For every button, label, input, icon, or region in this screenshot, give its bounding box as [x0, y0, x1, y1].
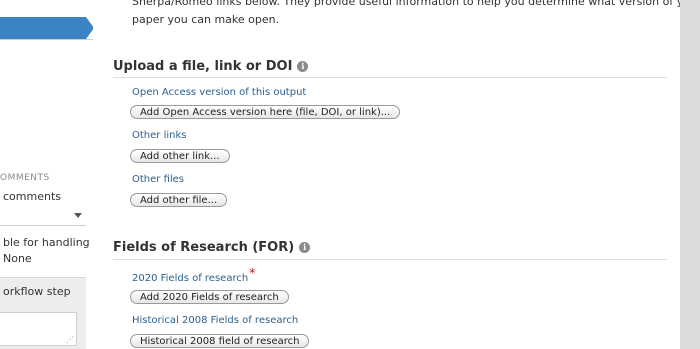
- upload-title-text: Upload a file, link or DOI: [113, 59, 293, 74]
- section-divider: [113, 259, 667, 260]
- other-files-label: Other files: [132, 174, 185, 185]
- sidebar-active-item[interactable]: [0, 17, 93, 39]
- info-icon[interactable]: i: [297, 61, 309, 72]
- section-divider: [113, 77, 667, 78]
- open-access-label: Open Access version of this output: [132, 87, 307, 98]
- add-open-access-button[interactable]: Add Open Access version here (file, DOI,…: [130, 105, 401, 119]
- fields-2020-label-text: 2020 Fields of research: [132, 273, 249, 284]
- info-icon[interactable]: i: [299, 242, 311, 253]
- resize-handle-icon[interactable]: ⋰: [66, 335, 74, 344]
- intro-line-2: paper you can make open.: [132, 13, 280, 26]
- add-2008-field-button[interactable]: Historical 2008 field of research: [130, 334, 310, 348]
- workflow-step-label: orkflow step: [3, 285, 71, 298]
- workflow-step-box: orkflow step ⋰: [0, 277, 86, 349]
- fields-2008-label: Historical 2008 Fields of research: [132, 315, 299, 326]
- intro-text: Sherpa/Romeo links below. They provide u…: [132, 0, 700, 29]
- chevron-down-icon: [74, 213, 82, 218]
- sidebar-divider: [0, 39, 93, 40]
- comments-link[interactable]: comments: [3, 190, 61, 203]
- intro-line-1: Sherpa/Romeo links below. They provide u…: [132, 0, 700, 8]
- upload-section-title: Upload a file, link or DOI i: [113, 59, 309, 74]
- handling-text: ble for handling: [3, 236, 90, 249]
- add-other-link-button[interactable]: Add other link...: [130, 149, 230, 163]
- for-title-text: Fields of Research (FOR): [113, 240, 295, 255]
- comments-heading: OMMENTS: [0, 173, 50, 183]
- main-panel: Sherpa/Romeo links below. They provide u…: [93, 0, 700, 349]
- add-other-file-button[interactable]: Add other file...: [130, 193, 228, 207]
- sidebar-select[interactable]: [0, 208, 86, 226]
- add-2020-fields-button[interactable]: Add 2020 Fields of research: [130, 290, 289, 304]
- workflow-comment-textarea[interactable]: ⋰: [0, 312, 77, 346]
- required-marker: *: [249, 266, 256, 280]
- right-gutter: [680, 0, 700, 349]
- sidebar: OMMENTS comments ble for handling None o…: [0, 0, 93, 349]
- other-links-label: Other links: [132, 130, 187, 141]
- fields-2020-label: 2020 Fields of research*: [132, 266, 255, 284]
- handling-value: None: [3, 252, 32, 265]
- for-section-title: Fields of Research (FOR) i: [113, 240, 311, 255]
